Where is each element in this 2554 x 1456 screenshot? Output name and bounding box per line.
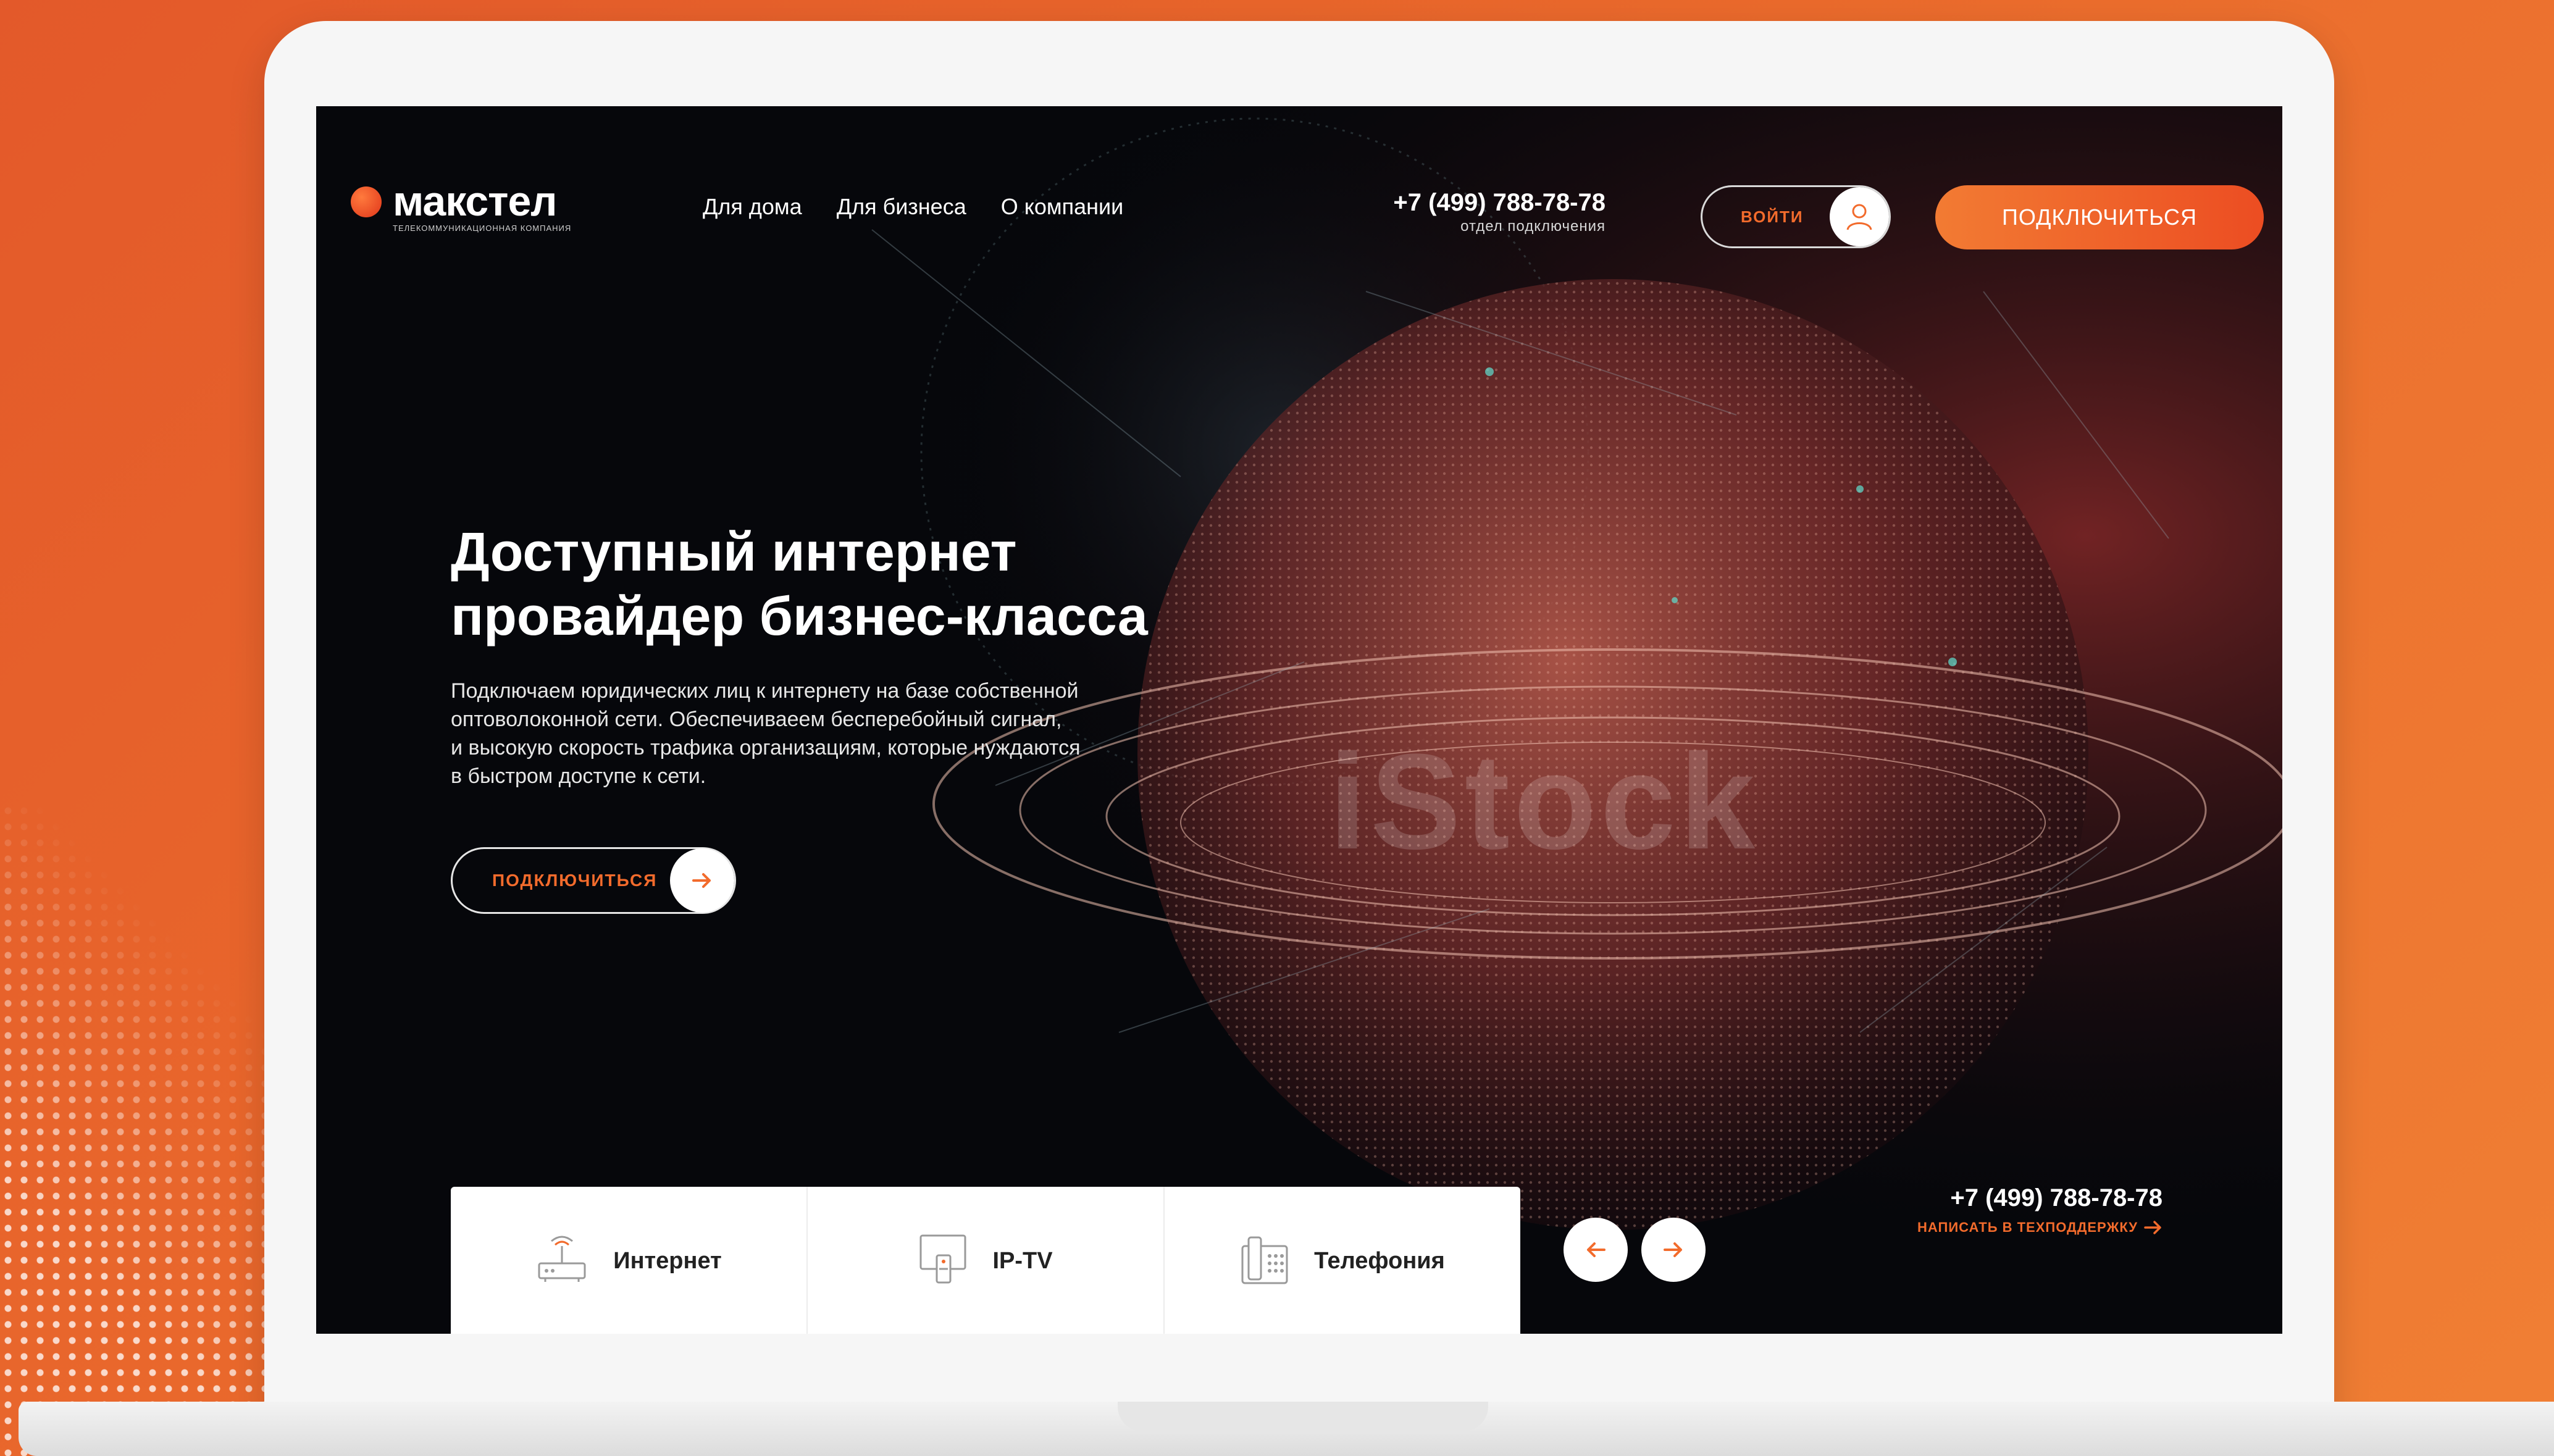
hero-title-line-2: провайдер бизнес-класса (451, 585, 1148, 646)
decorative-dots (0, 803, 272, 1456)
tab-telephony-label: Телефония (1314, 1247, 1445, 1274)
support-phone[interactable]: +7 (499) 788-78-78 (1817, 1184, 2163, 1212)
hero-connect-label: ПОДКЛЮЧИТЬСЯ (492, 871, 658, 890)
hero-title: Доступный интернет провайдер бизнес-клас… (451, 520, 1315, 648)
brand-tagline: ТЕЛЕКОММУНИКАЦИОННАЯ КОМПАНИЯ (393, 224, 572, 233)
main-nav: Для дома Для бизнеса О компании (703, 194, 1123, 220)
tab-telephony[interactable]: Телефония (1165, 1187, 1520, 1334)
phone-icon (1240, 1234, 1289, 1289)
header-phone-caption: отдел подключения (1460, 218, 1606, 235)
brand-name: макстел (393, 178, 558, 225)
nav-link-home[interactable]: Для дома (703, 194, 802, 220)
slider-controls (1564, 1218, 1706, 1282)
website-screen: iStock макстел ТЕЛЕКОММУНИКАЦИОННАЯ КОМП… (316, 106, 2282, 1334)
header-phone[interactable]: +7 (499) 788-78-78 (1346, 189, 1606, 217)
arrow-right-icon (1664, 1242, 1682, 1257)
tab-iptv-label: IP-TV (992, 1247, 1053, 1274)
router-icon (535, 1235, 588, 1287)
support-link[interactable]: НАПИСАТЬ В ТЕХПОДДЕРЖКУ (1917, 1220, 2163, 1236)
service-tabs: Интернет IP-TV Телефония (451, 1187, 1520, 1334)
nav-link-about[interactable]: О компании (1001, 194, 1124, 220)
login-label: ВОЙТИ (1741, 207, 1804, 226)
tv-icon (918, 1233, 968, 1289)
hero-desc-line-4: в быстром доступе к сети. (451, 764, 706, 788)
arrow-right-icon (2144, 1221, 2161, 1234)
arrow-left-icon (1587, 1242, 1606, 1257)
hero-desc-line-3: и высокую скорость трафика организациям,… (451, 736, 1081, 759)
hero-desc-line-1: Подключаем юридических лиц к интернету н… (451, 679, 1079, 703)
login-button[interactable]: ВОЙТИ (1701, 185, 1891, 248)
tab-iptv[interactable]: IP-TV (808, 1187, 1165, 1334)
slider-next-button[interactable] (1641, 1218, 1706, 1282)
support-link-label: НАПИСАТЬ В ТЕХПОДДЕРЖКУ (1917, 1220, 2138, 1235)
support-block: +7 (499) 788-78-78 НАПИСАТЬ В ТЕХПОДДЕРЖ… (1817, 1184, 2163, 1236)
slider-prev-button[interactable] (1564, 1218, 1628, 1282)
hero-description: Подключаем юридических лиц к интернету н… (451, 677, 1155, 790)
brand-logo[interactable]: макстел ТЕЛЕКОММУНИКАЦИОННАЯ КОМПАНИЯ (351, 178, 572, 233)
tab-internet-label: Интернет (613, 1247, 722, 1274)
header-phone-block: +7 (499) 788-78-78 отдел подключения (1346, 189, 1606, 235)
logo-mark-icon (351, 186, 382, 217)
user-icon (1830, 187, 1889, 246)
hero-title-line-1: Доступный интернет (451, 521, 1017, 582)
nav-link-business[interactable]: Для бизнеса (837, 194, 966, 220)
hero-desc-line-2: оптоволоконной сети. Обеспечиваеем беспе… (451, 708, 1062, 731)
laptop-notch (1118, 1402, 1488, 1431)
hero-connect-button[interactable]: ПОДКЛЮЧИТЬСЯ (451, 847, 736, 914)
connect-button-header[interactable]: ПОДКЛЮЧИТЬСЯ (1935, 185, 2264, 249)
arrow-right-icon (670, 848, 734, 913)
tab-internet[interactable]: Интернет (451, 1187, 808, 1334)
stock-watermark: iStock (1329, 726, 1759, 877)
